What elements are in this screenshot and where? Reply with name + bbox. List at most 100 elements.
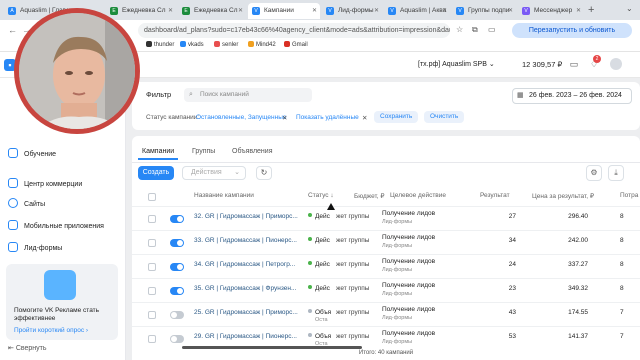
remove-deleted-filter-icon[interactable]: ✕ [362,114,367,122]
column-header-spent[interactable]: Потра [620,192,638,199]
campaign-spent: 8 [620,213,624,220]
bookmark-item[interactable]: Mind42 [248,41,276,48]
balance[interactable]: 12 309,57 ₽ [522,60,562,69]
filter-button[interactable]: Фильтр [146,90,171,99]
horizontal-scrollbar[interactable] [182,346,362,349]
new-tab-icon[interactable]: + [588,3,594,17]
search-placeholder: Поиск кампаний [200,91,249,98]
campaign-search-input[interactable]: ⌕ Поиск кампаний [184,88,312,102]
campaign-toggle[interactable] [170,263,184,271]
bookmark-label: Mind42 [256,42,276,48]
browser-tab[interactable]: V Лид-формы ✕ [322,3,382,19]
tab-groups[interactable]: Группы [188,144,219,160]
browser-tab[interactable]: E Ежедневка Сл ✕ [178,3,246,19]
goal-text: Получение лидов [382,258,436,265]
column-header-goal[interactable]: Целевое действие [390,192,446,199]
table-row[interactable]: 34. GR | Гидромассаж | Петрогр... Дейс жет… [132,254,640,278]
row-checkbox[interactable] [148,215,156,223]
close-icon[interactable]: ✕ [508,3,513,19]
campaign-toggle[interactable] [170,239,184,247]
tab-ads[interactable]: Объявления [228,144,277,160]
restart-update-button[interactable]: Перезапустить и обновить [512,23,632,38]
column-header-status[interactable]: Статус ↓ [308,192,334,199]
close-icon[interactable]: ✕ [312,3,317,19]
tab-favicon: V [456,7,464,15]
extensions-icon[interactable]: ⧉ [472,25,478,35]
close-icon[interactable]: ✕ [576,3,581,19]
campaign-toggle[interactable] [170,311,184,319]
column-header-cost[interactable]: Цена за результат, ₽ [532,192,594,200]
settings-icon[interactable]: ⚙ [586,165,602,181]
clear-filter-button[interactable]: Очистить [424,111,465,123]
browser-tab[interactable]: V Группы подпи ✕ [452,3,516,19]
table-row[interactable]: 35. GR | Гидромассаж | Фрунзен... Дейс жет… [132,278,640,302]
mouse-cursor-icon [327,203,335,210]
sidebar-item-learning[interactable]: Обучение [8,148,56,160]
campaign-name-link[interactable]: 35. GR | Гидромассаж | Фрунзен... [194,285,308,292]
chevron-down-icon[interactable]: ⌄ [626,4,633,13]
form-icon [8,242,18,252]
select-all-checkbox[interactable] [148,193,156,201]
tab-title: Кампании [264,7,294,14]
close-icon[interactable]: ✕ [238,3,243,19]
download-icon[interactable]: ⤓ [608,165,624,181]
row-checkbox[interactable] [148,263,156,271]
actions-dropdown[interactable]: Действия ⌄ [182,166,246,180]
campaign-name-link[interactable]: 34. GR | Гидромассаж | Петрогр... [194,261,308,268]
date-range-picker[interactable]: ▦ 26 фев. 2023 – 26 фев. 2024 [512,88,632,104]
table-row[interactable]: 32. GR | Гидромассаж | Приморс... Дейс жет… [132,206,640,230]
browser-tab[interactable]: V Aquaslim | Аква ✕ [384,3,450,19]
close-icon[interactable]: ✕ [442,3,447,19]
column-header-name[interactable]: Название кампании [194,192,254,199]
sidebar-item-commerce[interactable]: Центр коммерции [8,178,82,190]
sidebar-icon[interactable]: ▭ [488,25,496,34]
goal-text: Получение лидов [382,210,436,217]
collapse-sidebar-button[interactable]: ⇤ Свернуть [8,344,47,352]
row-checkbox[interactable] [148,311,156,319]
star-icon[interactable]: ☆ [456,25,463,34]
sidebar-item-lead-forms[interactable]: Лид-формы [8,242,62,254]
campaign-toggle[interactable] [170,287,184,295]
campaign-status: Объя Оста [308,309,331,323]
row-checkbox[interactable] [148,287,156,295]
save-filter-button[interactable]: Сохранить [374,111,419,123]
campaign-name-link[interactable]: 25. GR | Гидромассаж | Приморс... [194,309,308,316]
avatar[interactable] [610,58,622,70]
sidebar-item-mobile-apps[interactable]: Мобильные приложения [8,220,104,232]
campaign-budget: жет группы [336,213,370,220]
bookmark-item[interactable]: thunder [146,41,174,48]
account-switcher[interactable]: [тх.рф] Aquaslim SPB ⌄ [418,60,495,68]
bookmark-item[interactable]: Gmail [284,41,308,48]
url-input[interactable]: dashboard/ad_plans?sudo=c17eb43c66%40age… [138,23,450,38]
campaign-cost: 141.37 [568,333,588,340]
bookmark-label: senler [222,42,239,48]
status-filter-value[interactable]: Остановленные, Запущенные [196,114,287,121]
tab-campaigns[interactable]: Кампании [138,144,179,160]
show-deleted-link[interactable]: Показать удалённые [296,114,359,121]
bookmark-item[interactable]: vkads [180,41,204,48]
campaign-toggle[interactable] [170,215,184,223]
column-header-budget[interactable]: Бюджет, ₽ [354,192,385,200]
browser-tab[interactable]: E Ежедневка Сл ✕ [106,3,176,19]
table-row[interactable]: 25. GR | Гидромассаж | Приморс... Объя Ост… [132,302,640,326]
wallet-icon[interactable]: ▭ [568,58,580,70]
close-icon[interactable]: ✕ [374,3,379,19]
table-row[interactable]: 33. GR | Гидромассаж | Пионерс... Дейс жет… [132,230,640,254]
row-checkbox[interactable] [148,335,156,343]
campaign-name-link[interactable]: 32. GR | Гидромассаж | Приморс... [194,213,308,220]
campaign-name-link[interactable]: 29. GR | Гидромассаж | Пионерс... [194,333,308,340]
campaign-toggle[interactable] [170,335,184,343]
bookmark-item[interactable]: senler [214,41,238,48]
sidebar-item-sites[interactable]: Сайты [8,198,45,210]
column-header-result[interactable]: Результат [480,192,510,199]
refresh-icon[interactable]: ↻ [256,166,272,180]
row-checkbox[interactable] [148,239,156,247]
survey-link[interactable]: Пройти короткий опрос › [14,327,88,334]
close-icon[interactable]: ✕ [168,3,173,19]
browser-tab[interactable]: V Мессенджер ✕ [518,3,584,19]
back-icon[interactable]: ← [8,25,17,35]
campaign-name-link[interactable]: 33. GR | Гидромассаж | Пионерс... [194,237,308,244]
browser-tab-active[interactable]: V Кампании ✕ [248,3,320,19]
create-button[interactable]: Создать [138,166,174,180]
clear-status-icon[interactable]: ✕ [282,114,287,122]
